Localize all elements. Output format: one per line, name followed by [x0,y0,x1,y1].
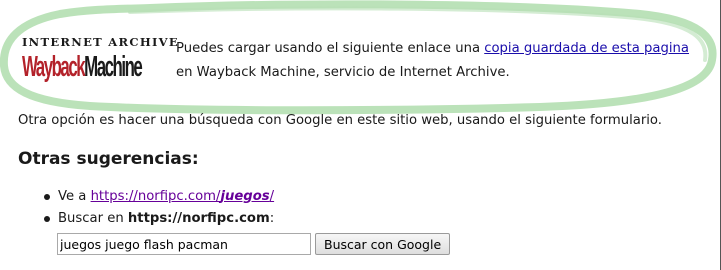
logo-wordmark-part1: Wayback [22,51,86,83]
wayback-machine-logo: INTERNET ARCHIVE WaybackMachine [22,35,179,86]
item2-suffix: : [269,211,275,226]
bullet-icon [44,216,50,222]
juegos-link[interactable]: https://norfipc.com/juegos/ [91,189,275,204]
wayback-intro-text: Puedes cargar usando el siguiente enlace… [176,37,706,85]
logo-wordmark-part2: Machine [84,51,143,83]
archived-copy-link[interactable]: copia guardada de esta pagina [484,41,689,56]
list-item: Ve a https://norfipc.com/juegos/ [44,186,275,208]
logo-wordmark: WaybackMachine [22,51,143,83]
search-input[interactable] [57,233,311,255]
google-search-explanation: Otra opción es hacer una búsqueda con Go… [18,113,662,128]
intro-text-after: en Wayback Machine, servicio de Internet… [176,65,510,80]
list-item: Buscar en https://norfipc.com: [44,208,275,230]
juegos-link-tail: / [269,189,275,204]
suggestions-heading: Otras sugerencias: [18,149,199,169]
logo-top-text: INTERNET ARCHIVE [22,35,179,49]
bullet-icon [44,194,50,200]
item2-prefix: Buscar en [58,211,128,226]
suggestions-list: Ve a https://norfipc.com/juegos/ Buscar … [0,186,274,230]
google-search-button[interactable]: Buscar con Google [315,233,451,255]
juegos-link-base: https://norfipc.com/ [90,189,221,204]
intro-text-before: Puedes cargar usando el siguiente enlace… [176,41,485,56]
google-search-form: Buscar con Google [57,233,451,255]
site-url: https://norfipc.com [127,211,270,226]
juegos-link-emphasis: juegos [220,189,270,204]
item1-prefix: Ve a [58,189,91,204]
